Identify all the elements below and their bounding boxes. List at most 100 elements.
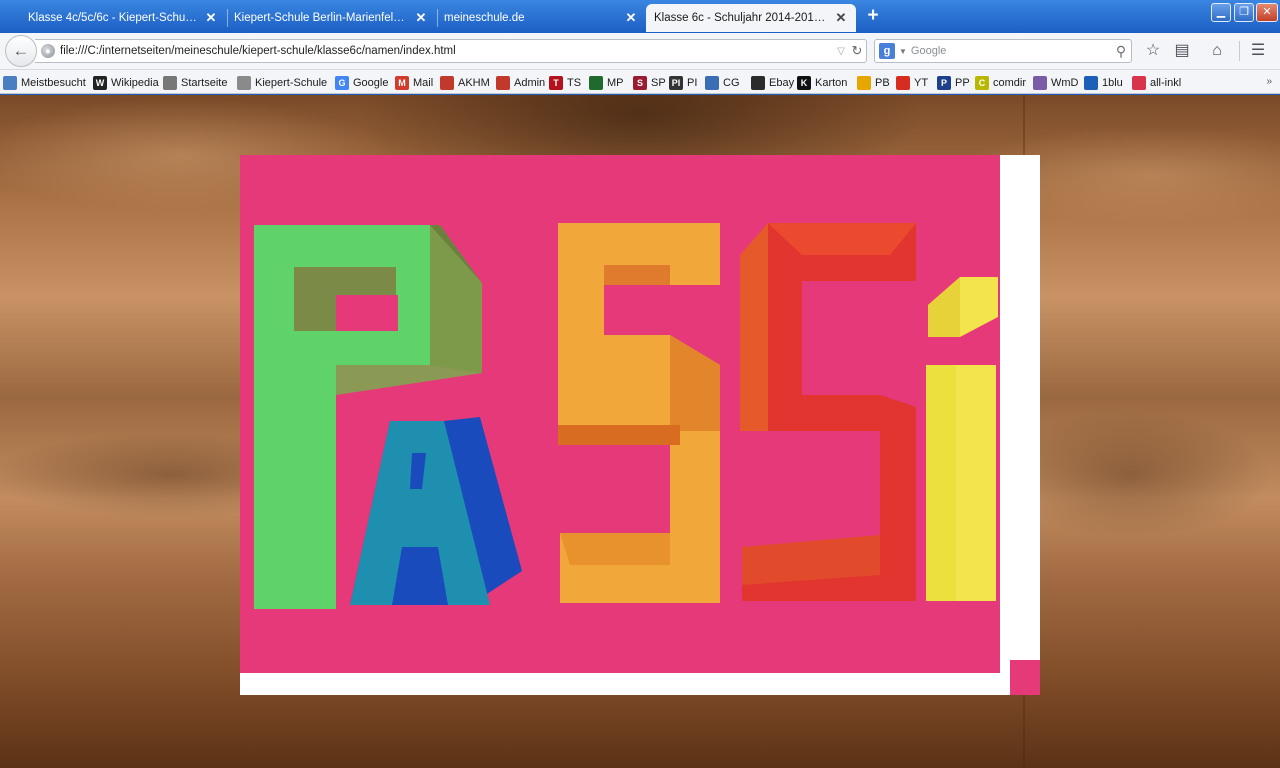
bookmarks-toolbar: » Meistbesucht W Wikipedia Startseite Kieper…: [0, 70, 1280, 94]
bookmark-mp[interactable]: MP: [589, 74, 624, 91]
school-icon: [237, 75, 251, 90]
bookmark-label: Admin: [514, 76, 546, 89]
bookmark-star-icon[interactable]: ☆: [1141, 39, 1165, 63]
bookmark-meistbesucht[interactable]: Meistbesucht: [3, 74, 86, 91]
menu-icon[interactable]: ☰: [1246, 39, 1270, 63]
back-button[interactable]: ←: [5, 35, 37, 67]
search-icon[interactable]: ⚲: [1111, 43, 1131, 60]
bookmark-wmd[interactable]: WmD: [1033, 74, 1079, 91]
new-tab-button[interactable]: +: [863, 6, 883, 26]
pink-corner: [1010, 660, 1040, 695]
bookmark-label: PB: [875, 76, 890, 89]
toolbar-divider: [1239, 41, 1240, 61]
bookmark-label: Mail: [413, 76, 434, 89]
history-dropdown-icon[interactable]: ▽: [834, 46, 848, 57]
shield-icon: [496, 75, 510, 90]
mp-icon: [589, 75, 603, 90]
navigation-toolbar: ● file:///C:/internetseiten/meineschule/…: [0, 33, 1280, 70]
bookmark-mail[interactable]: M Mail: [395, 74, 433, 91]
close-tab-icon[interactable]: ✕: [834, 11, 848, 25]
close-tab-icon[interactable]: ✕: [414, 11, 428, 25]
close-tab-icon[interactable]: ✕: [624, 11, 638, 25]
bookmark-label: YT: [914, 76, 929, 89]
google-icon: G: [335, 75, 349, 90]
ts-icon: T: [549, 75, 563, 90]
tab-klasse-6c[interactable]: Klasse 6c - Schuljahr 2014-2015 g... ✕: [646, 4, 856, 32]
bag-icon: [751, 75, 765, 90]
cube-icon: [705, 75, 719, 90]
url-bar[interactable]: ● file:///C:/internetseiten/meineschule/…: [35, 39, 867, 63]
minimize-button[interactable]: ▁: [1211, 3, 1231, 22]
bookmark-label: Kiepert-Schule: [255, 76, 328, 89]
reload-icon[interactable]: ↻: [848, 43, 866, 59]
wikipedia-icon: W: [93, 75, 107, 90]
comdir-icon: C: [975, 75, 989, 90]
bookmark-label: Startseite: [181, 76, 228, 89]
bookmark-cg[interactable]: CG: [705, 74, 740, 91]
tab-title: Klasse 6c - Schuljahr 2014-2015 g...: [654, 12, 828, 24]
pi-icon: PI: [669, 75, 683, 90]
bookmark-startseite[interactable]: Startseite: [163, 74, 227, 91]
artwork-image: [240, 155, 1040, 695]
bookmark-label: SP: [651, 76, 666, 89]
tab-kiepert-schule[interactable]: Kiepert-Schule Berlin-Marienfelde ... ✕: [228, 4, 436, 32]
shield-icon: [440, 75, 454, 90]
bookmark-label: PP: [955, 76, 970, 89]
bookmark-google[interactable]: G Google: [335, 74, 388, 91]
startpage-icon: [163, 75, 177, 90]
reading-list-icon[interactable]: ▤: [1170, 39, 1194, 63]
bookmark-label: 1blu: [1102, 76, 1123, 89]
bookmark-label: Google: [353, 76, 389, 89]
bookmark-admin[interactable]: Admin: [496, 74, 545, 91]
gmail-icon: M: [395, 75, 409, 90]
bookmark-label: WmD: [1051, 76, 1079, 89]
sp-icon: S: [633, 75, 647, 90]
bookmarks-overflow-icon[interactable]: »: [1266, 76, 1272, 87]
tab-meineschule[interactable]: meineschule.de ✕: [438, 4, 646, 32]
youtube-icon: [896, 75, 910, 90]
home-icon[interactable]: ⌂: [1205, 39, 1229, 63]
bookmark-label: Meistbesucht: [21, 76, 86, 89]
paper-edge: [240, 673, 1040, 695]
tab-title: Klasse 4c/5c/6c - Kiepert-Schule B...: [28, 12, 198, 24]
bookmark-kiepert-schule[interactable]: Kiepert-Schule: [237, 74, 327, 91]
passi-drawing: [240, 155, 1040, 695]
search-engine-dropdown-icon[interactable]: ▼: [899, 47, 907, 56]
globe-icon[interactable]: ●: [41, 44, 55, 58]
bookmark-pi[interactable]: PI PI: [669, 74, 697, 91]
bookmark-all-inkl[interactable]: all-inkl: [1132, 74, 1181, 91]
bookmark-akhm[interactable]: AKHM: [440, 74, 490, 91]
most-visited-icon: [3, 75, 17, 90]
bookmark-label: all-inkl: [1150, 76, 1182, 89]
bookmark-1blu[interactable]: 1blu: [1084, 74, 1123, 91]
close-window-button[interactable]: ✕: [1256, 3, 1278, 22]
bookmark-ts[interactable]: T TS: [549, 74, 581, 91]
search-input[interactable]: Google: [911, 45, 1111, 57]
tab-klasse-4c-5c-6c[interactable]: Klasse 4c/5c/6c - Kiepert-Schule B... ✕: [6, 4, 226, 32]
tab-title: Kiepert-Schule Berlin-Marienfelde ...: [234, 12, 408, 24]
search-bar[interactable]: g ▼ Google ⚲: [874, 39, 1132, 63]
bookmark-karton[interactable]: K Karton: [797, 74, 847, 91]
1blu-icon: [1084, 75, 1098, 90]
bookmark-pp[interactable]: P PP: [937, 74, 970, 91]
bookmark-comdir[interactable]: Ccomdir: [975, 74, 1026, 91]
url-text[interactable]: file:///C:/internetseiten/meineschule/ki…: [60, 45, 834, 57]
paypal-icon: P: [937, 75, 951, 90]
bookmark-ebay[interactable]: Ebay: [751, 74, 794, 91]
bookmark-label: PI: [687, 76, 698, 89]
bookmark-yt[interactable]: YT: [896, 74, 928, 91]
tab-title: meineschule.de: [444, 12, 525, 24]
pb-icon: [857, 75, 871, 90]
bookmark-label: Wikipedia: [111, 76, 159, 89]
bookmark-label: AKHM: [458, 76, 490, 89]
restore-button[interactable]: ❐: [1234, 3, 1254, 22]
bookmark-wikipedia[interactable]: W Wikipedia: [93, 74, 159, 91]
close-tab-icon[interactable]: ✕: [204, 11, 218, 25]
search-engine-icon[interactable]: g: [879, 43, 895, 59]
bookmark-label: CG: [723, 76, 740, 89]
tab-strip: Klasse 4c/5c/6c - Kiepert-Schule B... ✕ …: [0, 0, 1280, 33]
bookmark-label: Ebay: [769, 76, 795, 89]
bookmark-pb[interactable]: PB: [857, 74, 890, 91]
bookmark-sp[interactable]: S SP: [633, 74, 666, 91]
bookmark-label: Karton: [815, 76, 848, 89]
